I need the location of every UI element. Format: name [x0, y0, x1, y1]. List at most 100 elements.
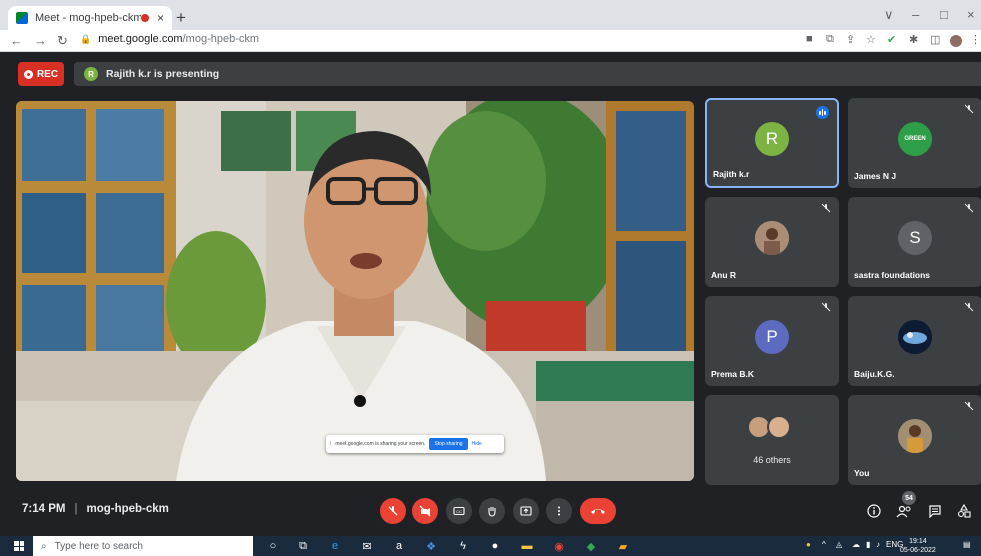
browser-menu-icon[interactable]: ⋮ — [970, 33, 981, 46]
tab-search-icon[interactable]: ∨ — [884, 7, 894, 23]
participant-name: Anu R — [711, 270, 737, 280]
forward-button[interactable]: → — [34, 33, 47, 48]
minimize-button[interactable]: – — [912, 7, 919, 22]
maximize-button[interactable]: □ — [940, 7, 948, 22]
cortana-icon[interactable]: ○ — [266, 539, 280, 553]
others-avatar-2 — [767, 415, 791, 439]
hide-notice-button[interactable]: Hide — [472, 441, 482, 447]
meeting-time: 7:14 PM — [22, 503, 66, 515]
raise-hand-button[interactable] — [479, 498, 505, 524]
participant-tile[interactable]: S sastra foundations — [848, 197, 981, 287]
people-count-badge: 54 — [902, 491, 916, 505]
participant-name: Rajith k.r — [713, 169, 750, 179]
participant-photo — [898, 319, 932, 354]
dropbox-icon[interactable]: ❖ — [424, 539, 438, 553]
more-vert-icon — [558, 506, 560, 516]
extensions-puzzle-icon[interactable]: ✱ — [909, 33, 918, 46]
chat-icon — [929, 505, 941, 518]
end-call-icon — [591, 509, 605, 514]
stop-sharing-button[interactable]: Stop sharing — [429, 438, 468, 450]
mic-off-icon — [821, 302, 831, 312]
recording-badge: REC — [18, 62, 64, 86]
activities-icon — [957, 504, 971, 518]
network-icon[interactable]: ◬ — [836, 540, 842, 549]
info-icon — [867, 504, 881, 518]
side-panel-icon[interactable]: ◫ — [930, 33, 940, 46]
back-button[interactable]: ← — [10, 33, 23, 48]
edge-browser-icon[interactable]: e — [328, 539, 342, 553]
battery-icon[interactable]: ▮ — [866, 540, 870, 549]
raise-hand-icon — [488, 507, 496, 517]
recording-dot-icon — [140, 14, 149, 22]
taskbar-search-placeholder: Type here to search — [54, 540, 143, 552]
url-path: /mog-hpeb-ckm — [182, 33, 260, 45]
browser-tab[interactable]: Meet - mog-hpeb-ckm × — [8, 6, 172, 30]
participant-tile[interactable]: R Rajith k.r — [705, 98, 839, 188]
participant-tile[interactable]: Anu R — [705, 197, 839, 287]
tab-title: Meet - mog-hpeb-ckm — [35, 12, 141, 24]
share-icon[interactable]: ⇪ — [846, 33, 855, 46]
file-explorer-icon[interactable]: ▬ — [520, 539, 534, 553]
amazon-icon[interactable]: a — [392, 539, 406, 553]
volume-icon[interactable]: ♪ — [876, 540, 880, 549]
close-window-button[interactable]: × — [967, 7, 975, 22]
presentation-video: ⁞ meet.google.com is sharing your screen… — [16, 101, 694, 481]
chat-button[interactable] — [925, 501, 945, 521]
meet-control-bar: 7:14 PM | mog-hpeb-ckm CC — [0, 486, 981, 536]
camera-off-button[interactable] — [412, 498, 438, 524]
rec-label: REC — [36, 68, 59, 80]
lock-icon: 🔒 — [80, 33, 92, 44]
others-tile[interactable]: 46 others — [705, 395, 839, 485]
tab-close-icon[interactable]: × — [157, 11, 164, 25]
participant-tile[interactable]: Baiju.K.G. — [848, 296, 981, 386]
drag-handle-icon[interactable]: ⁞ — [330, 441, 331, 447]
tray-chevron-icon[interactable]: ^ — [822, 540, 826, 549]
task-view-icon[interactable]: ⧉ — [296, 539, 310, 553]
presenting-banner: R Rajith k.r is presenting — [74, 62, 981, 86]
profile-avatar[interactable] — [950, 35, 962, 47]
screen-share-notice: ⁞ meet.google.com is sharing your screen… — [326, 435, 504, 453]
participant-avatar: R — [755, 121, 789, 156]
meeting-code: mog-hpeb-ckm — [86, 503, 169, 515]
mic-off-icon — [964, 401, 974, 411]
captions-button[interactable]: CC — [446, 498, 472, 524]
participant-tile[interactable]: GREEN James N J — [848, 98, 981, 188]
weather-icon[interactable]: ● — [806, 540, 811, 549]
present-now-button[interactable] — [513, 498, 539, 524]
mic-off-button[interactable] — [380, 498, 406, 524]
address-bar[interactable]: 🔒 meet.google.com/mog-hpeb-ckm — [80, 33, 259, 45]
captions-icon: CC — [453, 506, 465, 516]
present-icon — [520, 506, 532, 516]
notifications-icon[interactable]: ▤ — [963, 540, 971, 549]
windows-taskbar: ⌕ Type here to search ○ ⧉ e ✉ a ❖ ϟ ● ▬ … — [0, 536, 981, 556]
teams-icon[interactable]: ϟ — [456, 539, 470, 553]
mail-icon[interactable]: ✉ — [360, 539, 374, 553]
new-tab-button[interactable]: + — [176, 8, 186, 28]
mic-off-icon — [964, 203, 974, 213]
camera-icon[interactable]: ■ — [806, 33, 813, 45]
leave-call-button[interactable] — [580, 498, 616, 524]
speaking-indicator-icon — [816, 106, 829, 119]
install-app-icon[interactable]: ⧉ — [826, 33, 834, 46]
participant-tile[interactable]: P Prema B.K — [705, 296, 839, 386]
chrome-icon[interactable]: ◉ — [552, 539, 566, 553]
reload-button[interactable]: ↻ — [57, 33, 68, 49]
powerpoint-icon[interactable]: ▰ — [616, 539, 630, 553]
bookmark-star-icon[interactable]: ☆ — [866, 33, 876, 46]
participant-name: sastra foundations — [854, 270, 931, 280]
taskbar-search-input[interactable]: ⌕ Type here to search — [33, 536, 253, 556]
onedrive-icon[interactable]: ☁ — [852, 540, 860, 549]
app-notification-icon[interactable]: ◆ — [584, 539, 598, 553]
meeting-details-button[interactable] — [864, 501, 884, 521]
windows-start-icon[interactable] — [14, 541, 24, 551]
more-options-button[interactable] — [546, 498, 572, 524]
taskbar-clock[interactable]: 19:14 05-06-2022 — [900, 537, 936, 555]
separator: | — [74, 503, 78, 515]
participant-photo — [755, 220, 789, 255]
mic-off-icon — [964, 302, 974, 312]
screen: Meet - mog-hpeb-ckm × + ∨ – □ × ← → ↻ 🔒 … — [0, 0, 981, 556]
app-icon[interactable]: ● — [488, 539, 502, 553]
activities-button[interactable] — [954, 501, 974, 521]
self-tile[interactable]: You — [848, 395, 981, 485]
extension-check-icon[interactable]: ✔ — [887, 33, 896, 46]
